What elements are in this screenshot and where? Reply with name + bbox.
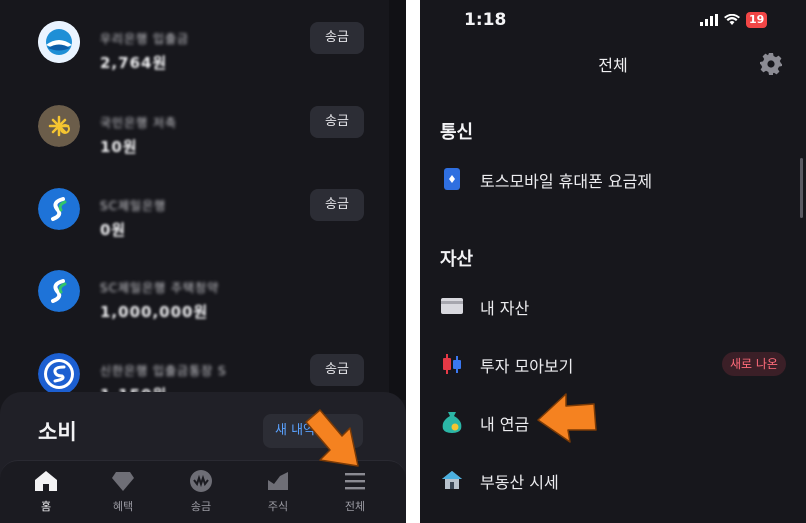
menu-item-label: 부동산 시세 (480, 473, 559, 492)
scrollbar[interactable] (800, 158, 803, 218)
home-screen: 우리은행 입출금 2,764원 송금 국민은행 저축 10원 송금 SC제일은행… (0, 0, 406, 523)
tab-home[interactable]: 홈 (16, 469, 76, 514)
account-name: 우리은행 입출금 (100, 32, 190, 46)
candle-icon (440, 352, 464, 376)
bank-logo-icon (38, 21, 80, 63)
account-balance: 10원 (100, 138, 138, 156)
wifi-icon (724, 14, 740, 25)
battery-indicator: 19 (746, 12, 768, 28)
bank-logo-icon (38, 270, 80, 312)
tab-label: 전체 (344, 500, 366, 513)
home-icon (16, 469, 76, 493)
account-balance: 0원 (100, 221, 127, 239)
tab-transfer[interactable]: 송금 (171, 469, 231, 514)
menu-item-my-assets[interactable]: 내 자산 (440, 286, 800, 326)
account-name: SC제일은행 주택청약 (100, 281, 220, 295)
account-name: 국민은행 저축 (100, 116, 178, 130)
bank-logo-icon (38, 105, 80, 147)
account-balance: 2,764원 (100, 54, 168, 72)
tab-benefits[interactable]: 혜택 (93, 469, 153, 514)
signal-icon (700, 14, 718, 26)
account-balance: 1,000,000원 (100, 303, 209, 321)
spending-title: 소비 (38, 420, 77, 444)
card-icon (440, 294, 464, 318)
diamond-icon (93, 469, 153, 493)
tab-label: 홈 (40, 500, 52, 513)
all-menu-screen: 1:18 19 전체 통신 토스모바일 휴대폰 요금제 자산 내 자산 투자 모… (420, 0, 806, 523)
annotation-arrow-icon (537, 393, 597, 443)
section-heading: 통신 (440, 122, 474, 143)
tab-label: 혜택 (112, 500, 134, 513)
account-name: 신한은행 입출금통장 S (100, 364, 227, 378)
account-name: SC제일은행 (100, 199, 167, 213)
menu-item-label: 내 연금 (480, 415, 530, 434)
chart-icon (248, 469, 308, 493)
bank-logo-icon (38, 188, 80, 230)
phone-icon (440, 167, 464, 191)
menu-item-label: 내 자산 (480, 299, 530, 318)
house-icon (440, 468, 464, 492)
settings-button[interactable] (759, 52, 783, 80)
annotation-arrow-icon (305, 409, 359, 467)
tab-label: 송금 (190, 500, 212, 513)
menu-item-my-pension[interactable]: 내 연금 (440, 402, 800, 442)
new-badge: 새로 나온 (722, 352, 786, 376)
status-time: 1:18 (464, 10, 507, 30)
tab-stocks[interactable]: 주식 (248, 469, 308, 514)
menu-item-real-estate[interactable]: 부동산 시세 (440, 460, 800, 500)
send-button[interactable]: 송금 (310, 354, 364, 386)
gear-icon (760, 53, 782, 75)
transfer-icon (171, 469, 231, 493)
menu-icon (325, 469, 385, 493)
send-button[interactable]: 송금 (310, 22, 364, 54)
send-button[interactable]: 송금 (310, 189, 364, 221)
status-icons: 19 (700, 12, 768, 28)
tab-all[interactable]: 전체 (325, 469, 385, 514)
send-button[interactable]: 송금 (310, 106, 364, 138)
tab-label: 주식 (267, 500, 289, 513)
moneybag-icon (440, 410, 464, 434)
menu-item-label: 토스모바일 휴대폰 요금제 (480, 172, 653, 191)
menu-item-mobile-plan[interactable]: 토스모바일 휴대폰 요금제 (440, 159, 800, 199)
section-heading: 자산 (440, 249, 474, 270)
page-title: 전체 (598, 56, 628, 75)
menu-item-label: 투자 모아보기 (480, 357, 574, 376)
bank-logo-icon (38, 353, 80, 395)
